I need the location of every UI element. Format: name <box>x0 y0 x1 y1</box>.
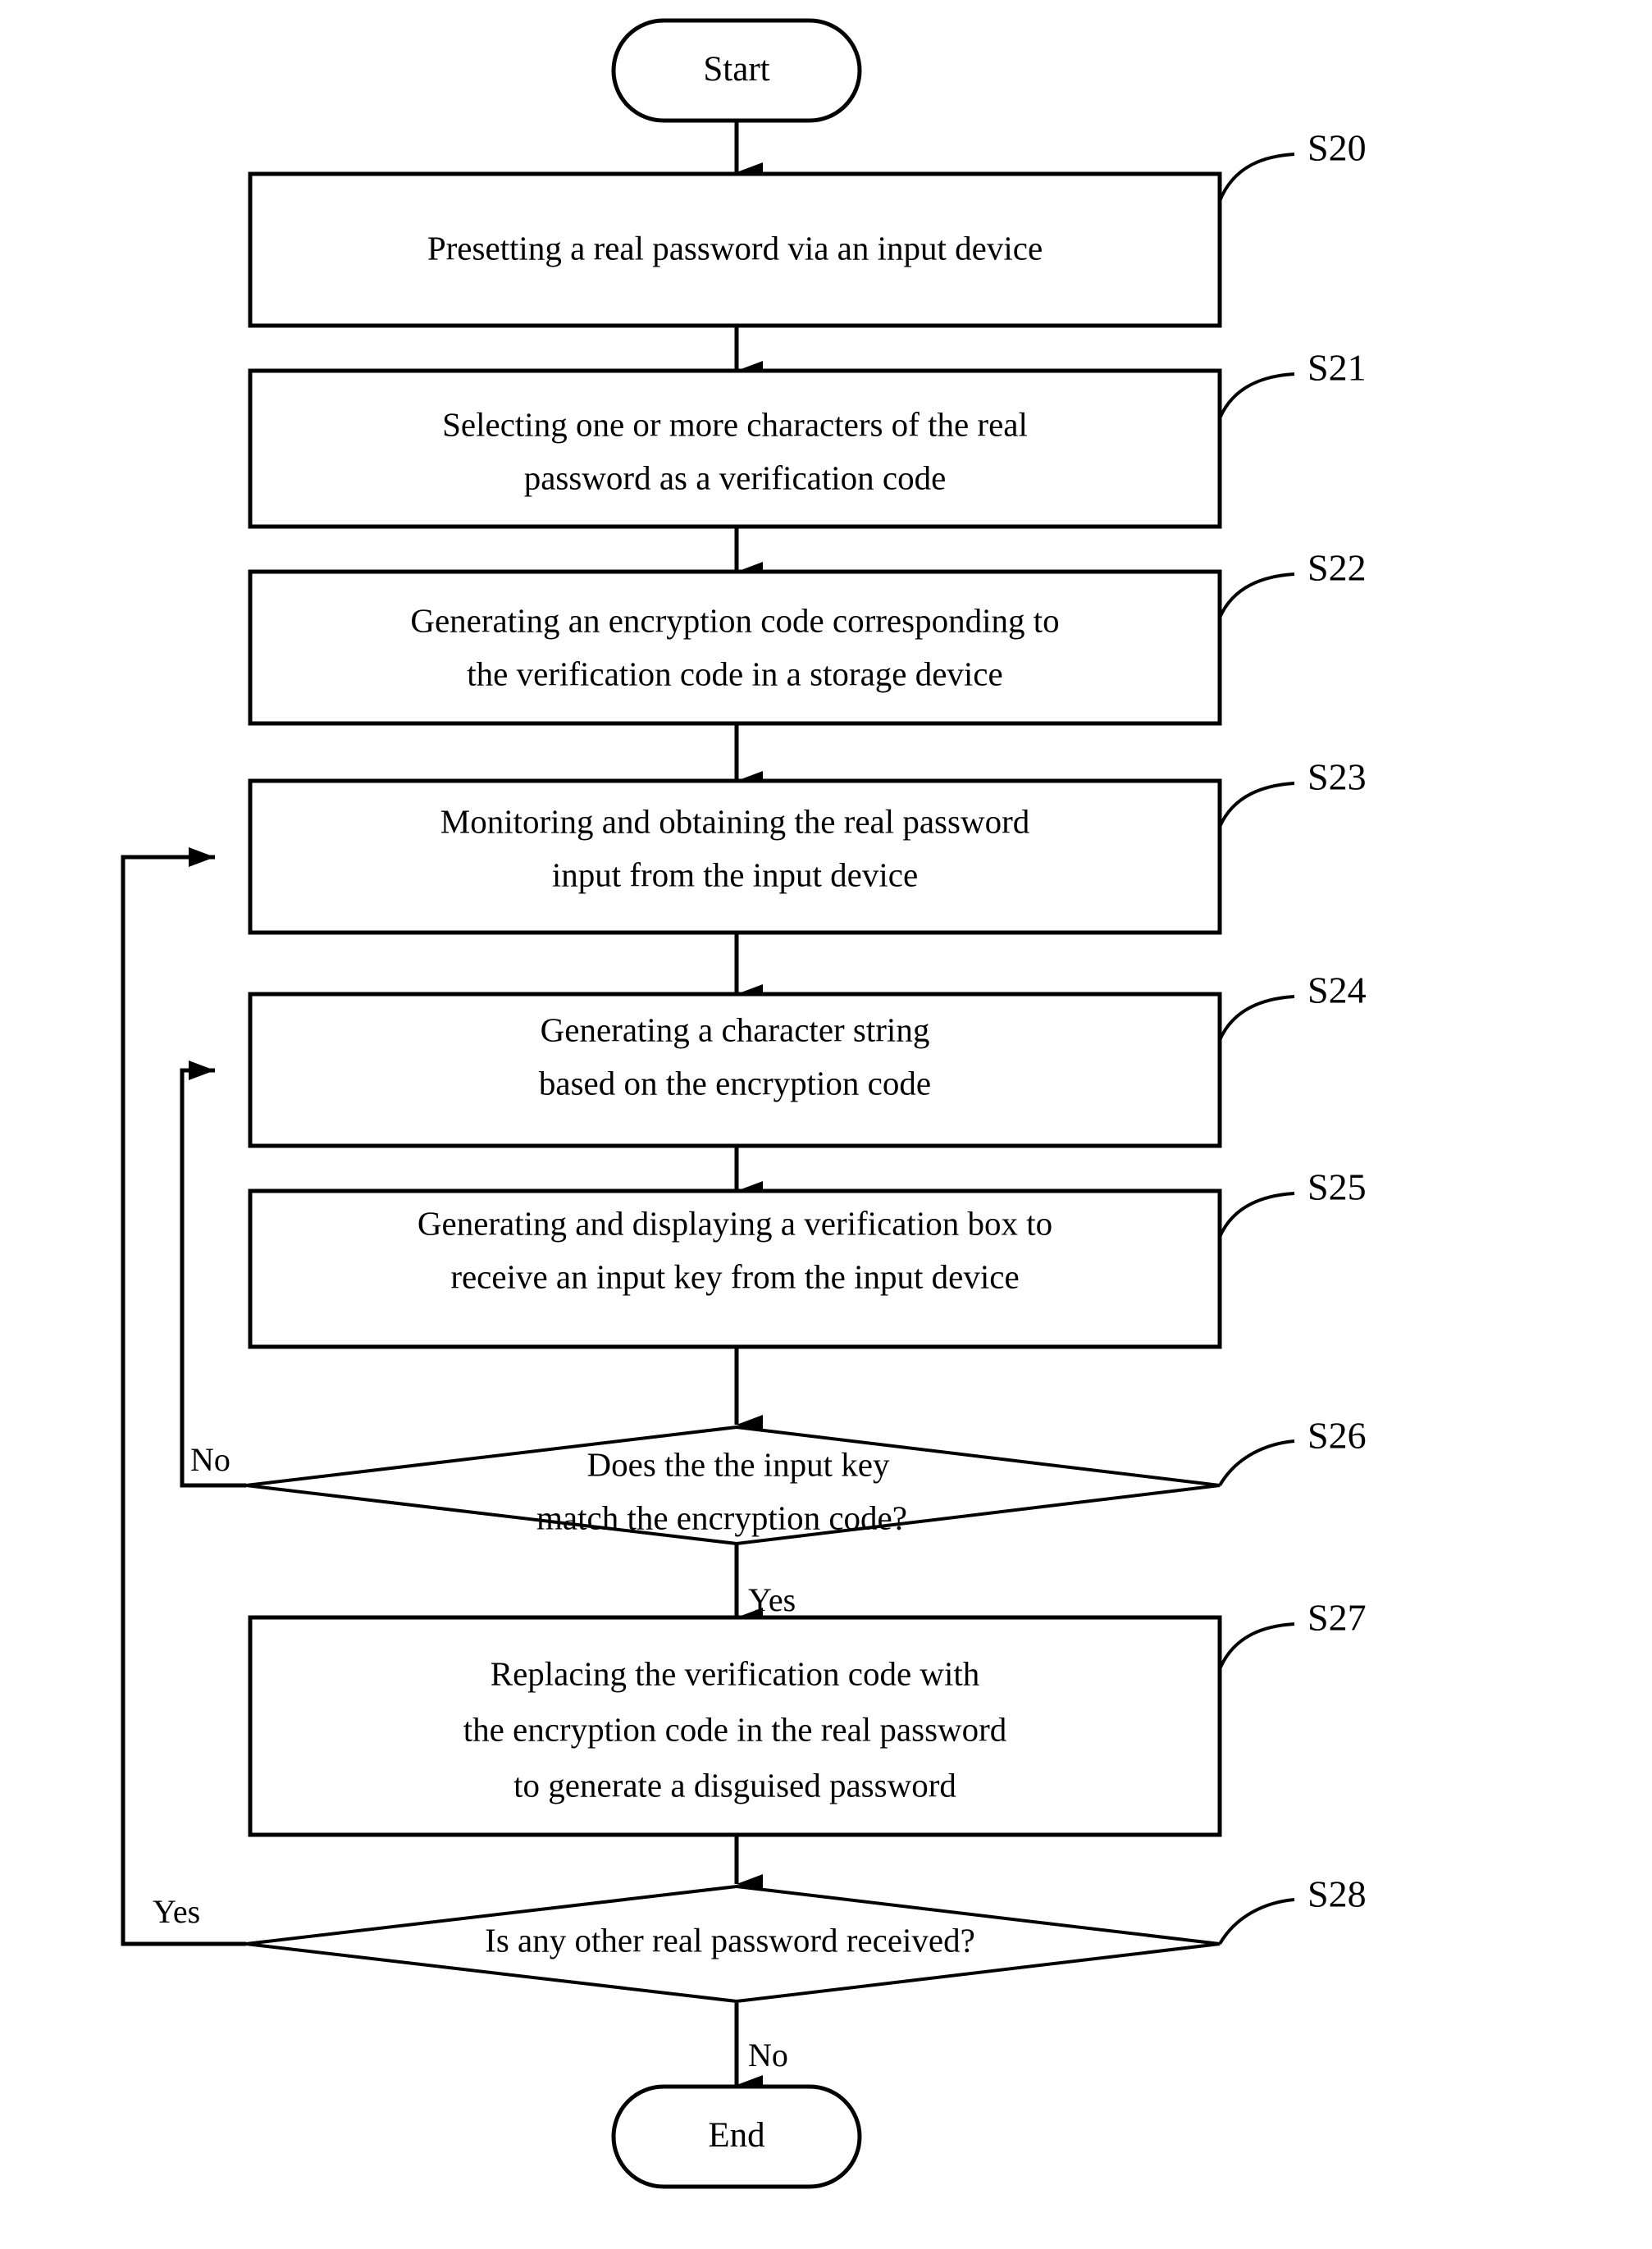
node-s24: Generating a character string based on t… <box>248 969 1367 1148</box>
s26-line-2: match the encryption code? <box>536 1499 907 1536</box>
flowchart-svg: Start Presetting a real password via an … <box>121 18 1367 2189</box>
s22-step-label: S22 <box>1307 547 1367 589</box>
s28-line-1: Is any other real password received? <box>485 1921 975 1959</box>
s25-leader-line <box>1218 1192 1295 1238</box>
s26-line-1: Does the the input key <box>587 1445 890 1483</box>
s22-line-1: Generating an encryption code correspond… <box>410 601 1059 639</box>
s23-line-1: Monitoring and obtaining the real passwo… <box>440 802 1030 840</box>
s27-line-1: Replacing the verification code with <box>491 1654 980 1692</box>
s26-no-branch-label: No <box>190 1441 230 1478</box>
s23-leader-line <box>1218 782 1295 828</box>
s23-step-label: S23 <box>1307 756 1367 798</box>
s21-step-label: S21 <box>1307 347 1367 389</box>
s27-leader-line <box>1218 1622 1295 1670</box>
flowchart-canvas: Start Presetting a real password via an … <box>0 0 1652 2249</box>
node-s23: Monitoring and obtaining the real passwo… <box>248 756 1367 935</box>
s24-line-2: based on the encryption code <box>539 1064 931 1102</box>
s28-step-label: S28 <box>1307 1873 1367 1915</box>
s25-step-label: S25 <box>1307 1166 1367 1208</box>
s21-line-1: Selecting one or more characters of the … <box>442 405 1028 443</box>
s22-leader-line <box>1218 573 1295 618</box>
node-s22: Generating an encryption code correspond… <box>248 547 1367 726</box>
s22-line-2: the verification code in a storage devic… <box>467 655 1002 692</box>
s22-box <box>248 569 1222 726</box>
node-s28: Is any other real password received? S28… <box>153 1873 1367 2074</box>
connector-s26-no-to-s24 <box>180 1061 246 1488</box>
node-start: Start <box>611 18 862 123</box>
node-s21: Selecting one or more characters of the … <box>248 347 1367 529</box>
node-end: End <box>611 2084 862 2189</box>
s25-line-2: receive an input key from the input devi… <box>450 1257 1019 1295</box>
s20-line-1: Presetting a real password via an input … <box>427 229 1043 267</box>
s21-leader-line <box>1218 372 1295 419</box>
s24-line-1: Generating a character string <box>541 1010 930 1048</box>
s28-no-branch-label: No <box>748 2037 788 2073</box>
s26-step-label: S26 <box>1307 1415 1367 1457</box>
s27-line-3: to generate a disguised password <box>513 1766 956 1804</box>
end-terminal-label: End <box>708 2116 764 2155</box>
connector-s28-yes-to-s23 <box>121 847 246 1946</box>
s26-yes-branch-label: Yes <box>748 1581 796 1618</box>
s21-box <box>248 368 1222 529</box>
s27-step-label: S27 <box>1307 1597 1367 1639</box>
s25-line-1: Generating and displaying a verification… <box>418 1204 1052 1242</box>
s28-yes-branch-label: Yes <box>153 1893 200 1930</box>
s28-leader-line <box>1218 1898 1295 1946</box>
s23-line-2: input from the input device <box>552 855 918 893</box>
s21-line-2: password as a verification code <box>524 458 947 496</box>
s27-line-2: the encryption code in the real password <box>463 1710 1007 1748</box>
s24-leader-line <box>1218 995 1295 1041</box>
s26-leader-line <box>1218 1439 1295 1487</box>
s24-step-label: S24 <box>1307 969 1367 1011</box>
start-terminal-label: Start <box>703 50 769 89</box>
s20-step-label: S20 <box>1307 127 1367 169</box>
node-s25: Generating and displaying a verification… <box>248 1166 1367 1349</box>
node-s20: Presetting a real password via an input … <box>248 127 1367 328</box>
node-s26: Does the the input key match the encrypt… <box>190 1415 1367 1619</box>
node-s27: Replacing the verification code with the… <box>248 1597 1367 1837</box>
s20-leader-line <box>1218 153 1295 202</box>
